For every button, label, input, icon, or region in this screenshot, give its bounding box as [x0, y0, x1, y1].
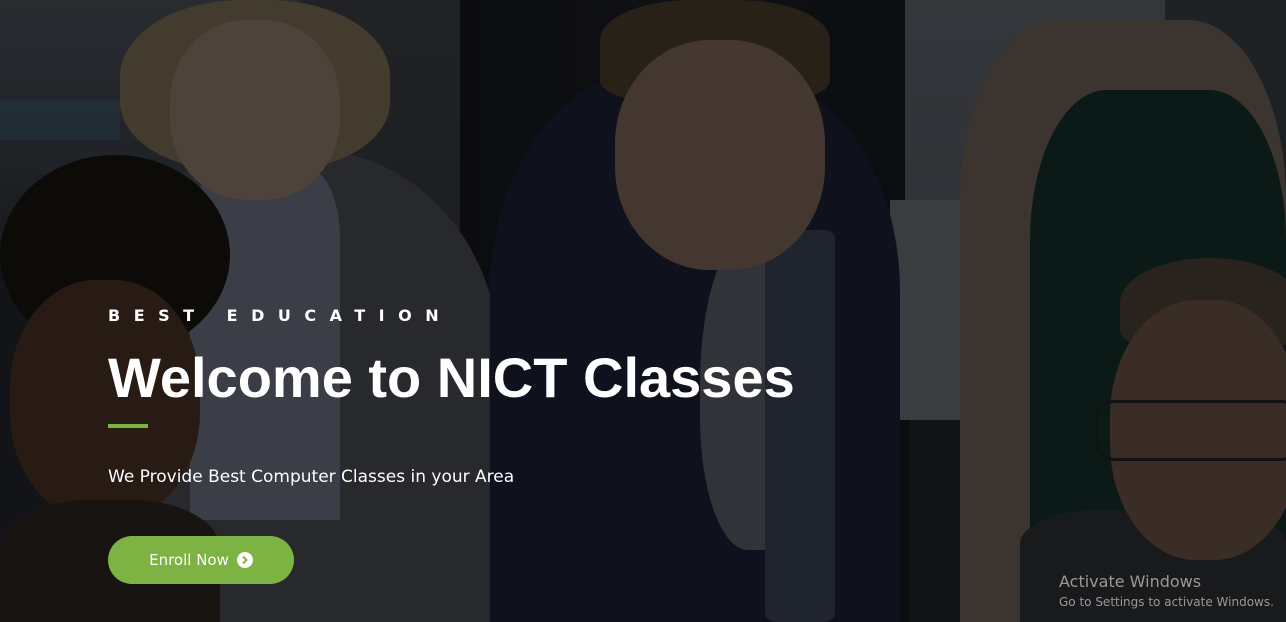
watermark-subtitle: Go to Settings to activate Windows.	[1059, 595, 1274, 609]
chevron-right-circle-icon	[236, 552, 253, 568]
title-underline	[108, 424, 148, 428]
hero-content: BEST EDUCATION Welcome to NICT Classes W…	[108, 300, 868, 490]
hero-eyebrow: BEST EDUCATION	[108, 306, 453, 325]
enroll-now-button[interactable]: Enroll Now	[108, 536, 294, 584]
hero-banner: BEST EDUCATION Welcome to NICT Classes W…	[0, 0, 1286, 622]
enroll-now-label: Enroll Now	[149, 551, 229, 569]
hero-title: Welcome to NICT Classes	[108, 346, 795, 409]
watermark-title: Activate Windows	[1059, 572, 1202, 591]
hero-subtitle: We Provide Best Computer Classes in your…	[108, 467, 515, 487]
activate-windows-watermark: Activate Windows Go to Settings to activ…	[1059, 571, 1286, 611]
